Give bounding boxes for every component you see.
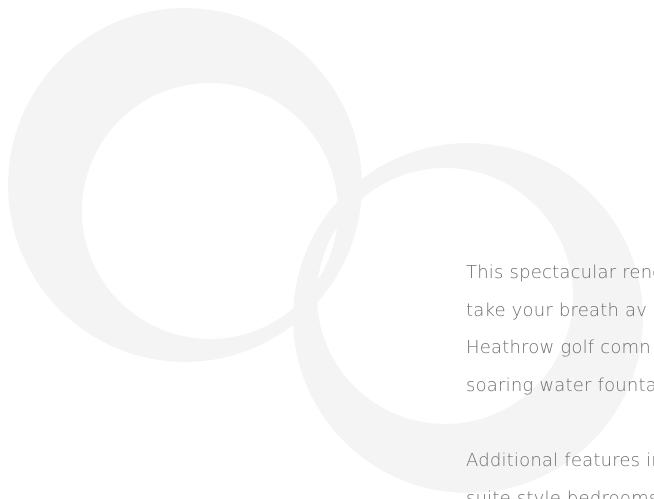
page: This spectacular renc take your breath a… bbox=[0, 0, 654, 499]
description-line: This spectacular renc bbox=[466, 262, 654, 283]
property-description: This spectacular renc take your breath a… bbox=[466, 258, 654, 499]
description-line: suite style bedrooms bbox=[466, 487, 654, 499]
description-line: Additional features in bbox=[466, 450, 654, 471]
description-line: soaring water founta bbox=[466, 374, 654, 396]
description-line: take your breath av bbox=[466, 299, 648, 321]
description-line: Heathrow golf comn bbox=[466, 337, 651, 358]
